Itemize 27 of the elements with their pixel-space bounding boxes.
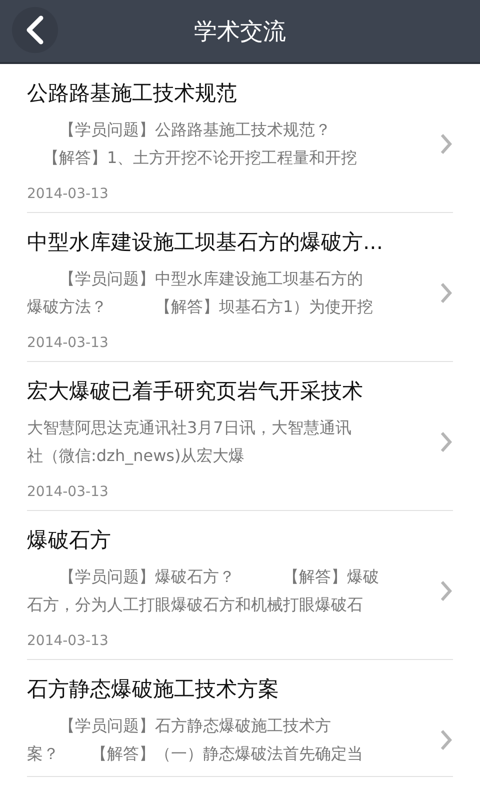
article-item[interactable]: 宏大爆破已着手研究页岩气开采技术 大智慧阿思达克通讯社3月7日讯，大智慧通讯 社（微信:dzh_news)从宏大爆 2014-03-13	[27, 362, 453, 511]
page-title: 学术交流	[194, 18, 286, 46]
chevron-right-icon	[439, 579, 453, 603]
article-item[interactable]: 石方静态爆破施工技术方案 【学员问题】石方静态爆破施工技术方 案？ 【解答】（一）静态爆破法首先确定当	[27, 660, 453, 777]
article-title: 中型水库建设施工坝基石方的爆破方...	[27, 229, 384, 256]
article-item[interactable]: 中型水库建设施工坝基石方的爆破方... 【学员问题】中型水库建设施工坝基石方的 爆破方法？ 【解答】坝基石方1）为使开挖 2014-03-13	[27, 213, 453, 362]
chevron-right-icon	[439, 728, 453, 752]
article-date: 2014-03-13	[27, 632, 110, 651]
article-title: 公路路基施工技术规范	[27, 80, 238, 107]
chevron-right-icon	[439, 132, 453, 156]
article-item[interactable]: 爆破石方 【学员问题】爆破石方？ 【解答】爆破 石方，分为人工打眼爆破石方和机械打眼爆破石 2014-03-13	[27, 511, 453, 660]
article-date: 2014-03-13	[27, 334, 110, 353]
article-summary: 【学员问题】中型水库建设施工坝基石方的 爆破方法？ 【解答】坝基石方1）为使开挖	[27, 268, 374, 318]
back-button[interactable]	[12, 7, 58, 53]
article-date: 2014-03-13	[27, 483, 110, 502]
back-icon	[24, 15, 46, 45]
chevron-right-icon	[439, 430, 453, 454]
article-date: 2014-03-13	[27, 185, 110, 204]
article-title: 宏大爆破已着手研究页岩气开采技术	[27, 378, 364, 405]
article-title: 石方静态爆破施工技术方案	[27, 676, 280, 703]
article-title: 爆破石方	[27, 527, 112, 554]
article-summary: 【学员问题】公路路基施工技术规范？ 【解答】1、土方开挖不论开挖工程量和开挖	[42, 119, 358, 169]
article-item[interactable]: 公路路基施工技术规范 【学员问题】公路路基施工技术规范？ 【解答】1、土方开挖不论开挖工程量和开挖 2014-03-13	[27, 64, 453, 213]
article-summary: 大智慧阿思达克通讯社3月7日讯，大智慧通讯 社（微信:dzh_news)从宏大爆	[27, 417, 352, 467]
article-summary: 【学员问题】爆破石方？ 【解答】爆破 石方，分为人工打眼爆破石方和机械打眼爆破石	[27, 566, 380, 616]
article-summary: 【学员问题】石方静态爆破施工技术方 案？ 【解答】（一）静态爆破法首先确定当	[27, 715, 364, 765]
chevron-right-icon	[439, 281, 453, 305]
